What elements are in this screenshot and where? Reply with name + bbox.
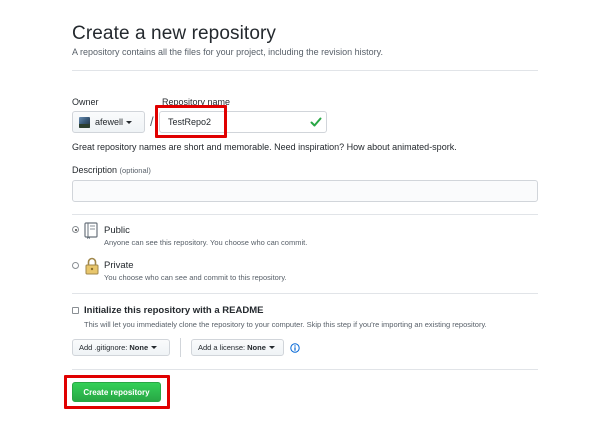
license-prefix: Add a license: — [198, 343, 246, 352]
section-divider-1 — [72, 214, 538, 215]
section-divider-3 — [72, 369, 538, 370]
readme-option-desc: This will let you immediately clone the … — [84, 320, 487, 329]
description-input[interactable] — [72, 180, 538, 202]
lock-icon — [85, 257, 99, 275]
public-option-title: Public — [104, 225, 130, 236]
page-subtitle: A repository contains all the files for … — [72, 47, 383, 57]
chevron-down-icon — [126, 120, 133, 124]
chevron-down-icon — [151, 346, 158, 349]
owner-repo-separator: / — [150, 114, 154, 129]
repository-name-hint: Great repository names are short and mem… — [72, 142, 457, 152]
description-label-text: Description — [72, 165, 118, 175]
description-optional-tag: (optional) — [119, 166, 151, 175]
repo-book-icon — [84, 222, 98, 239]
gitignore-select-button[interactable]: Add .gitignore: None — [72, 339, 170, 356]
check-icon — [310, 117, 322, 127]
readme-checkbox[interactable] — [72, 307, 79, 314]
private-radio[interactable] — [72, 262, 79, 269]
private-option-title: Private — [104, 260, 134, 271]
info-icon[interactable] — [290, 343, 300, 353]
chevron-down-icon — [268, 346, 275, 349]
private-option-desc: You choose who can see and commit to thi… — [104, 273, 287, 282]
readme-option-title: Initialize this repository with a README — [84, 305, 264, 316]
page-title: Create a new repository — [72, 23, 277, 44]
button-separator — [180, 338, 181, 357]
avatar — [79, 116, 90, 128]
owner-label: Owner — [72, 97, 99, 107]
gitignore-value: None — [129, 343, 149, 352]
annotation-highlight-repo-name — [155, 105, 227, 138]
public-option-desc: Anyone can see this repository. You choo… — [104, 238, 308, 247]
owner-value: afewell — [95, 117, 124, 127]
public-radio[interactable] — [72, 226, 79, 233]
annotation-highlight-create-button — [64, 375, 170, 409]
header-divider — [72, 70, 538, 71]
license-select-button[interactable]: Add a license: None — [191, 339, 284, 356]
description-label: Description (optional) — [72, 165, 151, 175]
section-divider-2 — [72, 293, 538, 294]
license-value: None — [247, 343, 266, 352]
gitignore-prefix: Add .gitignore: — [79, 343, 128, 352]
owner-select-button[interactable]: afewell — [72, 111, 145, 133]
